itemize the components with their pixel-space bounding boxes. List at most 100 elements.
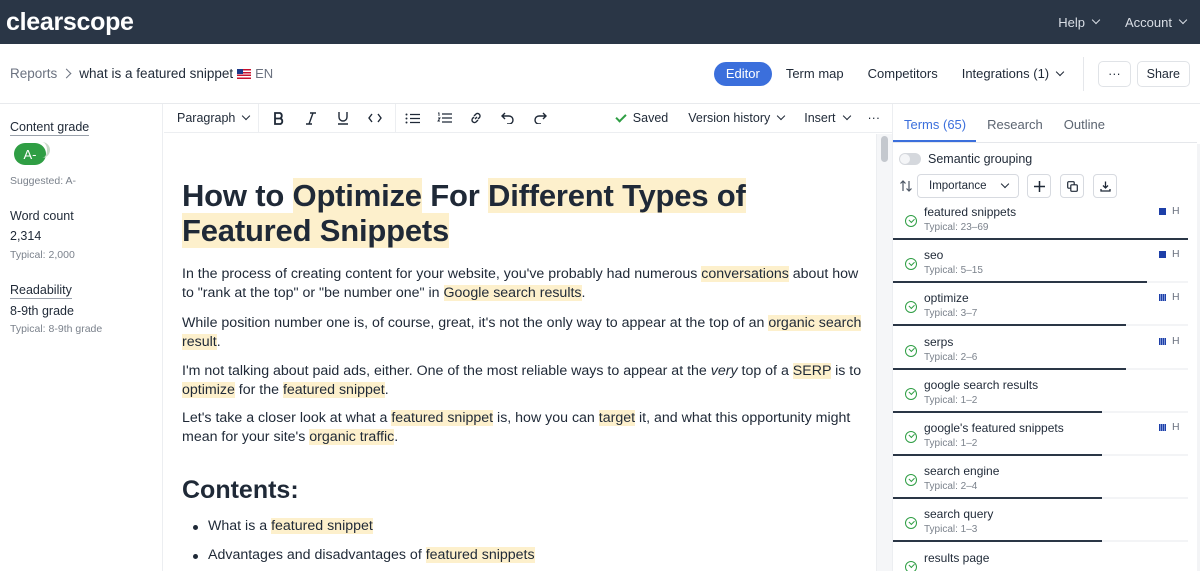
check-circle-icon (905, 430, 917, 443)
tab-competitors[interactable]: Competitors (856, 62, 950, 86)
report-header: Reports what is a featured snippet EN Ed… (0, 44, 1200, 104)
list-item[interactable]: What is a featured snippet (193, 518, 373, 534)
term-row[interactable]: google's featured snippets Typical: 1–2 H (893, 419, 1189, 462)
heading-indicator: H (1172, 205, 1180, 217)
share-button[interactable]: Share (1136, 60, 1190, 87)
divider (1083, 56, 1085, 91)
term-row[interactable]: featured snippets Typical: 23–69 H (893, 203, 1189, 246)
tab-editor[interactable]: Editor (713, 61, 772, 86)
heading-usage-icon (1159, 337, 1166, 345)
chevron-down-icon (1091, 15, 1101, 25)
italic-button[interactable] (295, 104, 327, 132)
semantic-grouping-toggle[interactable]: Semantic grouping (899, 152, 1032, 166)
undo-button[interactable] (492, 104, 524, 132)
title-text: For (421, 178, 489, 213)
heading-usage-icon (1159, 294, 1166, 302)
title-text: How to (182, 178, 293, 213)
tab-terms[interactable]: Terms (65) (893, 104, 977, 142)
toggle-switch[interactable] (899, 153, 921, 165)
editor-scrollbar-thumb[interactable] (881, 136, 888, 162)
highlighted-term: featured snippets (425, 547, 535, 563)
check-icon (615, 110, 627, 123)
check-circle-icon (905, 474, 917, 487)
term-progress-bar (893, 324, 1126, 327)
integrations-label: Integrations (1) (961, 66, 1050, 81)
contents-heading[interactable]: Contents: (182, 476, 299, 505)
sort-select-value: Importance (929, 180, 987, 192)
document-paragraph[interactable]: I'm not talking about paid ads, either. … (182, 362, 862, 400)
term-progress-bar (893, 453, 1102, 456)
list-item-text: What is a (208, 518, 272, 534)
chevron-down-icon (776, 111, 786, 121)
term-row[interactable]: search query Typical: 1–3 (893, 505, 1189, 548)
heading-indicator: H (1172, 420, 1180, 433)
saved-status: Saved (606, 104, 678, 132)
download-terms-button[interactable] (1093, 174, 1117, 198)
link-button[interactable] (460, 104, 492, 132)
check-circle-icon (905, 301, 917, 314)
check-circle-icon (905, 560, 917, 571)
tab-outline[interactable]: Outline (1053, 104, 1115, 142)
numbered-list-button[interactable] (428, 104, 460, 132)
topnav-right: Help Account (1032, 15, 1188, 30)
code-button[interactable] (359, 104, 391, 132)
bullet-list-button[interactable] (396, 104, 428, 132)
tab-research[interactable]: Research (976, 104, 1053, 142)
highlighted-term: target (598, 410, 636, 426)
insert-label: Insert (804, 111, 836, 125)
term-name: optimize (924, 291, 969, 306)
term-row[interactable]: results page (893, 549, 1189, 571)
sort-select[interactable]: Importance (917, 174, 1019, 198)
document-paragraph[interactable]: In the process of creating content for y… (182, 265, 862, 303)
document-paragraph[interactable]: Let's take a closer look at what a featu… (182, 409, 862, 447)
copy-icon (1066, 180, 1078, 192)
term-typical-range: Typical: 3–7 (924, 308, 978, 320)
top-navigation: clearscope Help Account (0, 0, 1200, 44)
term-typical-range: Typical: 1–3 (924, 524, 978, 536)
term-progress-bar (893, 281, 1147, 284)
content-grade-badge[interactable]: A- (14, 142, 50, 165)
highlighted-term: Google search results (443, 285, 582, 301)
document-editor[interactable]: How to Optimize For Different Types of F… (164, 134, 876, 571)
chevron-down-icon (1178, 15, 1188, 25)
document-title[interactable]: How to Optimize For Different Types of F… (182, 178, 842, 248)
account-menu[interactable]: Account (1125, 15, 1188, 30)
help-menu[interactable]: Help (1058, 15, 1101, 30)
term-row[interactable]: google search results Typical: 1–2 (893, 376, 1189, 419)
paragraph-style-select[interactable]: Paragraph (164, 104, 259, 132)
copy-terms-button[interactable] (1060, 174, 1084, 198)
underline-button[interactable] (327, 104, 359, 132)
terms-list: featured snippets Typical: 23–69 Hseo Typic… (893, 203, 1189, 571)
paragraph-text: top of a (737, 363, 793, 379)
more-options-button[interactable]: ··· (1098, 60, 1131, 87)
term-row[interactable]: optimize Typical: 3–7 H (893, 289, 1189, 332)
paragraph-text: is to (831, 363, 862, 379)
tab-integrations[interactable]: Integrations (1) (950, 62, 1075, 86)
document-paragraph[interactable]: While position number one is, of course,… (182, 314, 862, 352)
term-row[interactable]: seo Typical: 5–15 H (893, 246, 1189, 289)
add-term-button[interactable] (1027, 174, 1051, 198)
term-row[interactable]: serps Typical: 2–6 H (893, 333, 1189, 376)
clearscope-logo[interactable]: clearscope (6, 8, 134, 37)
check-circle-icon (905, 344, 917, 357)
insert-menu[interactable]: Insert (794, 104, 859, 132)
heading-indicator: H (1172, 248, 1180, 261)
list-item[interactable]: Advantages and disadvantages of featured… (193, 547, 535, 563)
check-circle-icon (905, 258, 917, 271)
tab-term-map[interactable]: Term map (774, 62, 856, 86)
term-name: serps (924, 334, 954, 349)
heading-usage-icon (1159, 208, 1166, 215)
editor-scrollbar[interactable] (876, 134, 892, 571)
term-row[interactable]: search engine Typical: 2–4 (893, 462, 1189, 505)
sort-icon[interactable] (899, 179, 913, 193)
redo-button[interactable] (524, 104, 556, 132)
paragraph-text: . (384, 382, 389, 398)
toolbar-more-button[interactable]: ··· (860, 104, 893, 132)
bold-button[interactable] (263, 104, 295, 132)
term-typical-range: Typical: 5–15 (924, 265, 983, 277)
breadcrumb-reports-link[interactable]: Reports (10, 66, 57, 81)
heading-indicator: H (1172, 291, 1180, 304)
undo-icon (501, 112, 514, 124)
term-name: search query (924, 507, 994, 522)
version-history-menu[interactable]: Version history (678, 104, 794, 132)
